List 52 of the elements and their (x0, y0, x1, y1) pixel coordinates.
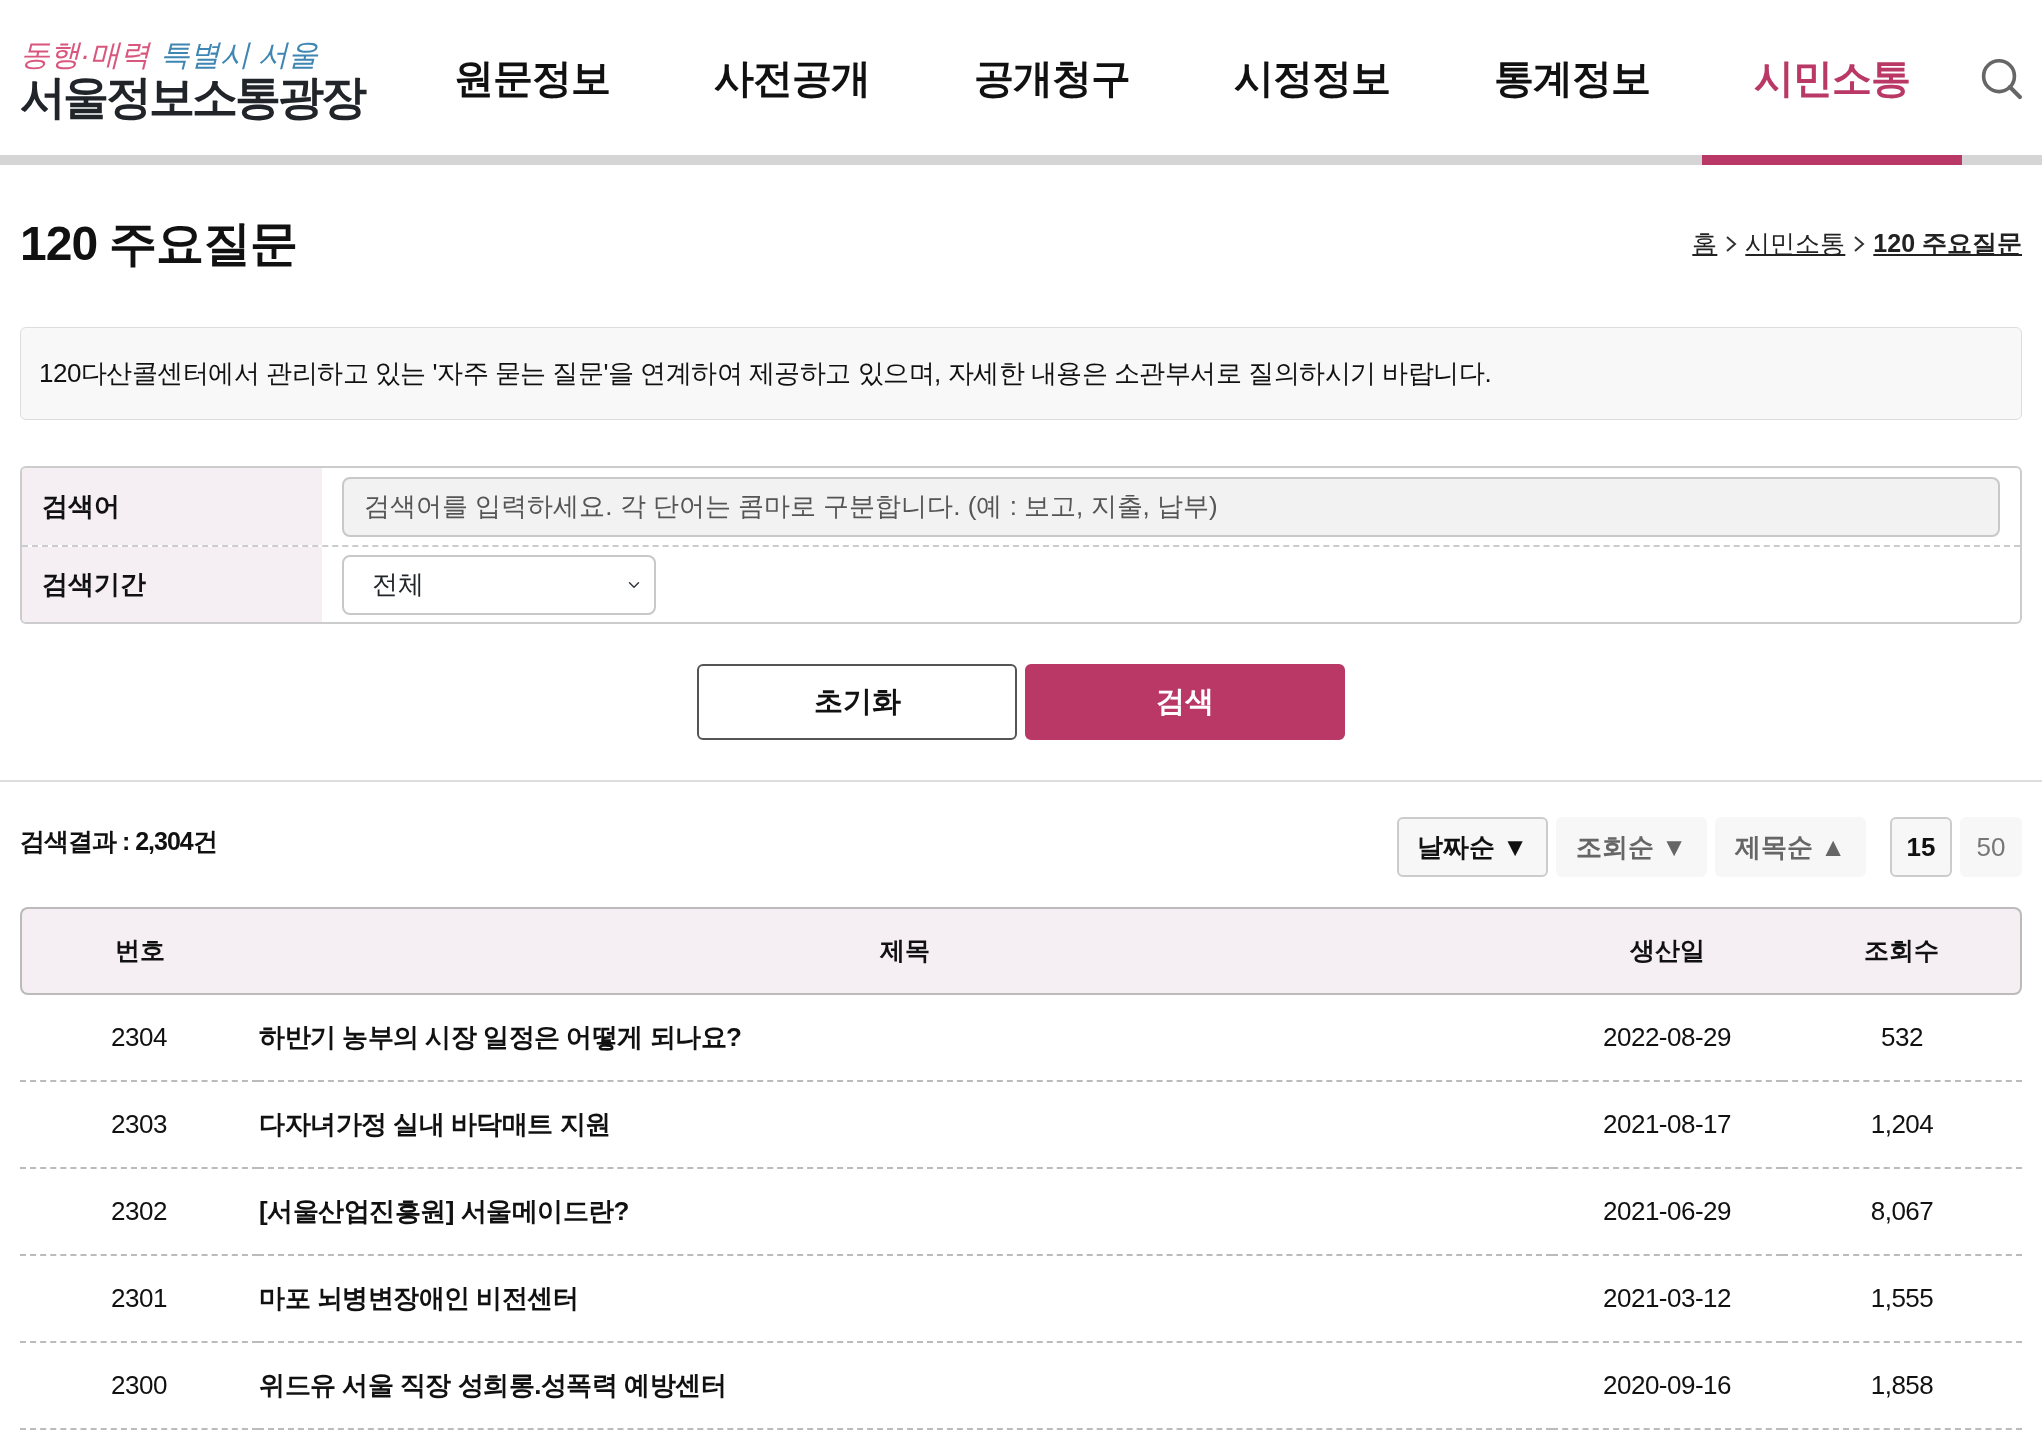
nav-link[interactable]: 원문정보 (402, 0, 663, 165)
question-link[interactable]: [서울산업진흥원] 서울메이드란? (258, 1169, 1552, 1256)
nav-link[interactable]: 시정정보 (1182, 0, 1443, 165)
sort-button[interactable]: 날짜순 ▼ (1397, 817, 1549, 877)
table-cell: 8,067 (1782, 1169, 2022, 1256)
page-size-button[interactable]: 50 (1960, 817, 2022, 877)
breadcrumb-link[interactable]: 120 주요질문 (1873, 225, 2022, 263)
column-header: 생산일 (1552, 907, 1782, 995)
sort-button[interactable]: 조회순 ▼ (1556, 817, 1708, 877)
table-cell: 2022-08-29 (1552, 995, 1782, 1082)
nav-link[interactable]: 사전공개 (662, 0, 923, 165)
page-title: 120 주요질문 (20, 216, 298, 273)
table-cell: 2300 (20, 1343, 258, 1430)
table-cell: 2021-03-12 (1552, 1256, 1782, 1343)
notice-text: 120다산콜센터에서 관리하고 있는 '자주 묻는 질문'을 연계하여 제공하고 있으며, 자세한 내용은 소관부서로 질의하시기 바랍니다. (20, 327, 2022, 420)
table-cell: 2020-09-16 (1552, 1343, 1782, 1430)
field-label: 검색어 (22, 468, 322, 545)
site-logo[interactable]: 서울정보소통광장 (20, 70, 383, 124)
table-cell: 2303 (20, 1082, 258, 1169)
breadcrumb-link[interactable]: 시민소통 (1745, 225, 1846, 263)
sort-button[interactable]: 제목순 ▲ (1715, 817, 1866, 877)
nav-link[interactable]: 시민소통 (1702, 0, 1963, 165)
column-header: 번호 (20, 907, 258, 995)
table-cell: 2302 (20, 1169, 258, 1256)
table-cell: 1,858 (1782, 1343, 2022, 1430)
table-cell: 1,555 (1782, 1256, 2022, 1343)
table-cell: 2301 (20, 1256, 258, 1343)
table-cell: 532 (1782, 995, 2022, 1082)
result-count: 검색결과 : 2,304건 (20, 826, 217, 857)
search-button[interactable]: 검색 (1025, 664, 1345, 740)
table-cell: 2021-08-17 (1552, 1082, 1782, 1169)
table-cell: 2021-06-29 (1552, 1169, 1782, 1256)
table-cell: 2304 (20, 995, 258, 1082)
question-link[interactable]: 위드유 서울 직장 성희롱.성폭력 예방센터 (258, 1343, 1552, 1430)
nav-link[interactable]: 통계정보 (1442, 0, 1703, 165)
slogan-text: 동행·매력 (20, 37, 150, 71)
field-label: 검색기간 (22, 547, 322, 622)
table-cell: 1,204 (1782, 1082, 2022, 1169)
breadcrumb-link[interactable]: 홈 (1692, 225, 1718, 263)
question-link[interactable]: 마포 뇌병변장애인 비전센터 (258, 1256, 1552, 1343)
column-header: 조회수 (1782, 907, 2022, 995)
page-size-button[interactable]: 15 (1890, 817, 1952, 877)
nav-link[interactable]: 공개청구 (922, 0, 1183, 165)
chevron-icon (1725, 235, 1738, 253)
question-link[interactable]: 하반기 농부의 시장 일정은 어떻게 되나요? (258, 995, 1552, 1082)
period-dropdown[interactable]: 전체 (342, 554, 656, 615)
column-header: 제목 (258, 907, 1552, 995)
chevron-icon (1853, 235, 1866, 253)
reset-button[interactable]: 초기화 (697, 664, 1017, 740)
slogan-text: 특별시 서울 (160, 37, 319, 71)
search-field[interactable]: 검색어를 입력하세요. 각 단어는 콤마로 구분합니다. (예 : 보고, 지출, 납부) (342, 476, 2000, 537)
question-link[interactable]: 다자녀가정 실내 바닥매트 지원 (258, 1082, 1552, 1169)
